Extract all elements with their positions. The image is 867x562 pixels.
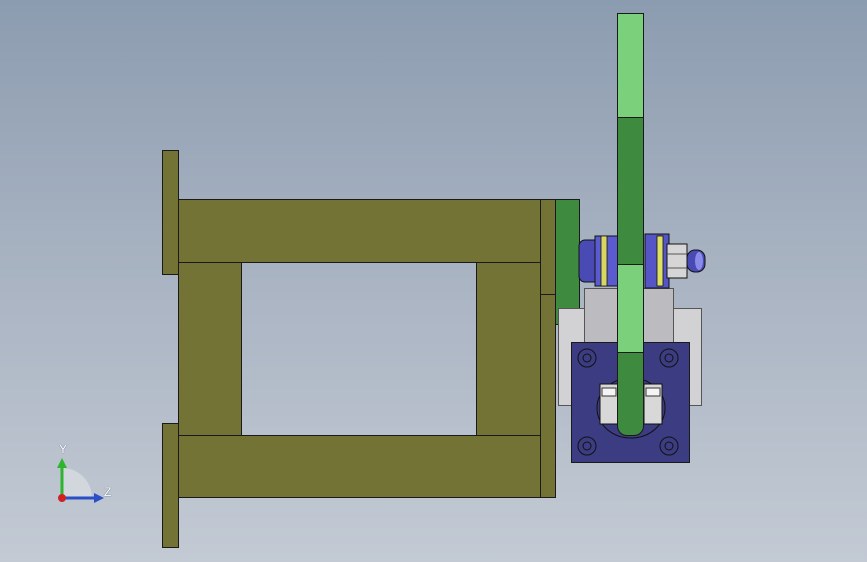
triad-z-label: Z — [104, 485, 112, 499]
graphics-viewport[interactable]: Y Z — [0, 0, 867, 562]
frame-left-post[interactable] — [178, 262, 242, 436]
frame-top-bar[interactable] — [178, 199, 541, 263]
lever-lower-dark[interactable] — [617, 352, 644, 436]
coordinate-triad: Y Z — [48, 440, 118, 510]
frame-right-plate-upper[interactable] — [540, 199, 556, 295]
lever-mid-dark[interactable] — [617, 117, 644, 267]
lever-hub-light[interactable] — [617, 264, 644, 354]
frame-left-flange-bottom[interactable] — [162, 423, 179, 548]
triad-y-label: Y — [59, 442, 68, 456]
lever-upper-light[interactable] — [617, 13, 644, 118]
frame-right-post[interactable] — [476, 262, 541, 436]
frame-left-flange-top[interactable] — [162, 150, 179, 275]
frame-right-plate-lower[interactable] — [540, 294, 556, 498]
frame-bottom-bar[interactable] — [178, 435, 541, 498]
